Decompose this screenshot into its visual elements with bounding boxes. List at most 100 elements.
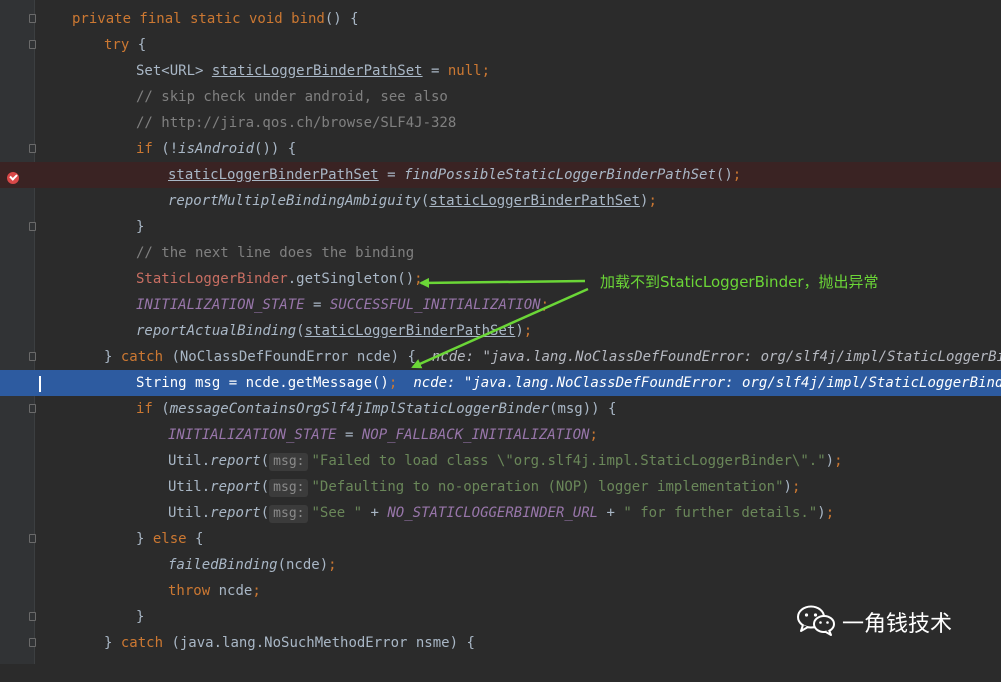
fold-marker-icon[interactable] [29, 638, 36, 647]
code-token: StaticLoggerBinder [136, 271, 288, 287]
code-token: (msg)) { [549, 401, 617, 417]
code-token: staticLoggerBinderPathSet [211, 63, 423, 79]
fold-marker-icon[interactable] [29, 14, 36, 23]
code-text: // http://jira.qos.ch/browse/SLF4J-328 [136, 110, 456, 136]
code-text: Set<URL> staticLoggerBinderPathSet = nul… [136, 58, 490, 84]
code-token: SUCCESSFUL_INITIALIZATION [329, 297, 541, 313]
code-token: ; [414, 271, 423, 287]
code-text: staticLoggerBinderPathSet = findPossible… [168, 162, 741, 188]
parameter-hint: msg: [269, 453, 309, 471]
code-token: throw [168, 583, 211, 599]
breakpoint-icon[interactable] [7, 172, 19, 184]
code-text: reportMultipleBindingAmbiguity(staticLog… [168, 188, 657, 214]
fold-marker-icon[interactable] [29, 222, 36, 231]
code-line[interactable]: // the next line does the binding [0, 240, 1001, 266]
code-token: ; [825, 505, 835, 521]
code-text: Util.report(msg: "Failed to load class \"… [168, 448, 843, 474]
code-token: if [136, 401, 153, 417]
code-text: private final static void bind() { [72, 6, 359, 32]
code-text: reportActualBinding(staticLoggerBinderPa… [136, 318, 532, 344]
code-token: ; [252, 583, 261, 599]
code-token: ; [328, 557, 337, 573]
code-line[interactable]: if (messageContainsOrgSlf4jImplStaticLog… [0, 396, 1001, 422]
code-token: = [378, 167, 405, 183]
code-token: () [715, 167, 733, 183]
code-line[interactable]: INITIALIZATION_STATE = SUCCESSFUL_INITIA… [0, 292, 1001, 318]
code-token: // the next line does the binding [136, 245, 415, 261]
code-line[interactable]: // http://jira.qos.ch/browse/SLF4J-328 [0, 110, 1001, 136]
code-text: failedBinding(ncde); [168, 552, 337, 578]
code-token: ) [515, 323, 524, 339]
code-token: = [422, 63, 448, 79]
fold-marker-icon[interactable] [29, 144, 36, 153]
code-line[interactable]: staticLoggerBinderPathSet = findPossible… [0, 162, 1001, 188]
code-token: staticLoggerBinderPathSet [304, 323, 516, 339]
fold-marker-icon[interactable] [29, 352, 36, 361]
code-token: ; [388, 375, 398, 391]
code-token: "See " [311, 505, 363, 521]
code-token: ()) { [254, 141, 297, 157]
code-token: } [104, 349, 121, 365]
code-token: = [336, 427, 362, 443]
code-token: ncde [210, 583, 253, 599]
fold-marker-icon[interactable] [29, 404, 36, 413]
code-line[interactable]: Set<URL> staticLoggerBinderPathSet = nul… [0, 58, 1001, 84]
code-token: isAndroid [178, 141, 255, 157]
debugger-inline-value: ncde: "java.lang.NoClassDefFoundError: o… [413, 375, 1001, 391]
code-line[interactable]: throw ncde; [0, 578, 1001, 604]
code-token: "Failed to load class \"org.slf4j.impl.S… [311, 453, 826, 469]
code-line[interactable]: } catch (NoClassDefFoundError ncde) {ncd… [0, 344, 1001, 370]
debugger-inline-value: ncde: "java.lang.NoClassDefFoundError: o… [431, 349, 1001, 365]
fold-marker-icon[interactable] [29, 40, 36, 49]
code-token: ; [540, 297, 550, 313]
code-line[interactable]: // skip check under android, see also [0, 84, 1001, 110]
code-line[interactable]: INITIALIZATION_STATE = NOP_FALLBACK_INIT… [0, 422, 1001, 448]
code-line[interactable]: if (!isAndroid()) { [0, 136, 1001, 162]
fold-marker-icon[interactable] [29, 612, 36, 621]
code-token: findPossibleStaticLoggerBinderPathSet [404, 167, 716, 183]
code-token: Util. [168, 505, 211, 521]
code-token: ; [481, 63, 491, 79]
code-token: INITIALIZATION_STATE [168, 427, 337, 443]
code-line[interactable]: failedBinding(ncde); [0, 552, 1001, 578]
code-text: Util.report(msg: "Defaulting to no-operat… [168, 474, 800, 500]
code-token: String msg = ncde.getMessage() [136, 375, 389, 391]
code-token: ; [791, 479, 801, 495]
code-text: } catch (NoClassDefFoundError ncde) {ncd… [104, 344, 1001, 370]
code-token: // skip check under android, see also [136, 89, 448, 105]
code-line[interactable]: String msg = ncde.getMessage(); ncde: "ja… [0, 370, 1001, 396]
code-token: staticLoggerBinderPathSet [429, 193, 641, 209]
code-token: ( [260, 505, 270, 521]
code-token: ( [152, 401, 170, 417]
watermark: 一角钱技术 [796, 604, 986, 638]
code-token: // http://jira.qos.ch/browse/SLF4J-328 [136, 115, 457, 131]
code-token: ) [817, 505, 826, 521]
code-token: " for further details." [623, 505, 818, 521]
code-line[interactable]: } [0, 214, 1001, 240]
code-line[interactable]: private final static void bind() { [0, 6, 1001, 32]
code-line[interactable]: reportActualBinding(staticLoggerBinderPa… [0, 318, 1001, 344]
code-token: ( [260, 453, 270, 469]
code-token: ( [260, 479, 270, 495]
code-token: "Defaulting to no-operation (NOP) logger… [311, 479, 784, 495]
code-token: else [152, 531, 187, 547]
code-text: // skip check under android, see also [136, 84, 448, 110]
code-line[interactable]: Util.report(msg: "See " + NO_STATICLOGGER… [0, 500, 1001, 526]
code-token: report [210, 505, 261, 521]
text-caret [39, 376, 41, 392]
code-text: INITIALIZATION_STATE = NOP_FALLBACK_INIT… [168, 422, 598, 448]
code-line[interactable]: Util.report(msg: "Failed to load class \"… [0, 448, 1001, 474]
code-text: StaticLoggerBinder.getSingleton(); [136, 266, 423, 292]
code-text: try { [104, 32, 146, 58]
code-line[interactable] [0, 656, 1001, 682]
code-line[interactable]: try { [0, 32, 1001, 58]
code-text: INITIALIZATION_STATE = SUCCESSFUL_INITIA… [136, 292, 549, 318]
fold-marker-icon[interactable] [29, 534, 36, 543]
code-line[interactable]: Util.report(msg: "Defaulting to no-operat… [0, 474, 1001, 500]
code-token: + [362, 505, 388, 521]
code-token: Set<URL> [136, 63, 212, 79]
code-text: Util.report(msg: "See " + NO_STATICLOGGER… [168, 500, 834, 526]
code-line[interactable]: reportMultipleBindingAmbiguity(staticLog… [0, 188, 1001, 214]
code-token: { [186, 531, 204, 547]
code-line[interactable]: } else { [0, 526, 1001, 552]
